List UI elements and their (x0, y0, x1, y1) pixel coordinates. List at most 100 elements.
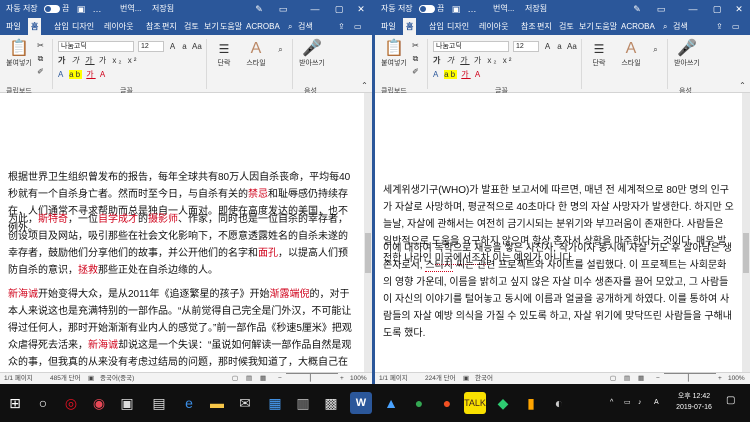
dictate-button[interactable]: 🎤 받아쓰기 (298, 39, 326, 68)
font-color-buttons[interactable]: A ab 가 A (58, 69, 107, 80)
tab-1[interactable]: 홈 (28, 18, 42, 35)
autosave-label[interactable]: 자동 저장 (381, 0, 413, 18)
styles-button[interactable]: A 스타일 (240, 39, 272, 68)
search-icon[interactable]: ⌕ (663, 18, 667, 35)
maximize-icon[interactable]: ▢ (330, 0, 348, 18)
format-painter-icon[interactable]: ✐ (36, 67, 45, 76)
more-icon[interactable]: … (467, 0, 477, 18)
network-icon[interactable]: ▭ (624, 398, 631, 408)
zoom-level[interactable]: 100% (728, 373, 745, 384)
search-icon[interactable]: ⌕ (288, 18, 292, 35)
tab-5[interactable]: 참조 (146, 18, 161, 35)
collapse-ribbon-icon[interactable]: ⌃ (738, 81, 747, 90)
tray-arrow-icon[interactable]: ^ (610, 398, 613, 408)
kakao-icon[interactable]: TALK (464, 392, 486, 414)
vertical-scrollbar[interactable] (742, 93, 750, 372)
app2-icon[interactable]: ▥ (292, 392, 314, 414)
paste-button[interactable]: 📋 붙여넣기 (379, 39, 409, 68)
paragraph[interactable]: 이에 대하여 독학으로 재능을 쌓은 사진사, 작가이자 동시에 자살 기도 후… (383, 240, 734, 342)
grow-font-icon[interactable]: A (543, 42, 552, 51)
focus-icon[interactable]: ▢ (232, 373, 238, 384)
ribbon-display-icon[interactable]: ▭ (278, 0, 288, 18)
maximize-icon[interactable]: ▢ (708, 0, 726, 18)
font-format-buttons[interactable]: 가 가 가 가 x₂ x² (433, 55, 513, 66)
comment-icon[interactable]: ▭ (354, 18, 362, 35)
explorer-icon[interactable]: ▬ (206, 392, 228, 414)
pen-icon[interactable]: ✎ (254, 0, 264, 18)
search-label[interactable]: 검색 (298, 18, 313, 35)
zoom-in-icon[interactable]: + (718, 373, 722, 384)
edge-icon[interactable]: e (178, 392, 200, 414)
tab-9[interactable]: 도움말 (220, 18, 242, 35)
cortana-icon[interactable]: ◎ (60, 392, 82, 414)
tab-4[interactable]: 레이아웃 (104, 18, 133, 35)
autosave-toggle[interactable]: 끔 (42, 0, 69, 18)
ribbon-display-icon[interactable]: ▭ (656, 0, 666, 18)
tab-5[interactable]: 참조 (521, 18, 536, 35)
more-icon[interactable]: … (92, 0, 102, 18)
zoom-thumb[interactable]: ▏ (310, 373, 315, 384)
ppt-icon[interactable]: ● (436, 392, 458, 414)
photos-icon[interactable]: ▣ (116, 392, 138, 414)
paragraph-button[interactable]: ☰ 단락 (210, 39, 238, 68)
app-icon[interactable]: ◉ (88, 392, 110, 414)
font-color-buttons[interactable]: A ab 가 A (433, 69, 482, 80)
start-icon[interactable]: ⊞ (4, 392, 26, 414)
scroll-thumb[interactable] (743, 233, 749, 273)
autosave-toggle[interactable]: 끔 (417, 0, 444, 18)
notification-icon[interactable]: ▢ (726, 396, 735, 406)
app3-icon[interactable]: ▩ (320, 392, 342, 414)
close-icon[interactable]: ✕ (730, 0, 748, 18)
zoom-out-icon[interactable]: − (278, 373, 282, 384)
word-count[interactable]: 224개 단어 (425, 373, 456, 384)
store-icon[interactable]: ▦ (264, 392, 286, 414)
document-area[interactable]: 根据世界卫生组织曾发布的报告，每年全球共有80万人因自杀丧命，平均每40秒就有一… (0, 93, 364, 372)
grow-font-icon[interactable]: A (168, 42, 177, 51)
cut-icon[interactable]: ✂ (36, 41, 45, 50)
tab-2[interactable]: 삽입 (54, 18, 69, 35)
chrome-icon[interactable]: ● (408, 392, 430, 414)
tab-9[interactable]: 도움말 (595, 18, 617, 35)
copy-icon[interactable]: ⧉ (36, 54, 45, 63)
tab-1[interactable]: 홈 (403, 18, 417, 35)
word-icon[interactable]: W (350, 392, 372, 414)
paragraph-button[interactable]: ☰ 단락 (585, 39, 613, 68)
tab-6[interactable]: 편지 (537, 18, 552, 35)
app4-icon[interactable]: ◆ (492, 392, 514, 414)
proofing-icon[interactable]: ▣ (88, 373, 94, 384)
document-area[interactable]: 세계위생기구(WHO)가 발표한 보고서에 따르면, 매년 전 세계적으로 80… (375, 93, 742, 372)
tab-8[interactable]: 보기 (579, 18, 594, 35)
comment-icon[interactable]: ▭ (732, 18, 740, 35)
minimize-icon[interactable]: — (684, 0, 702, 18)
app6-icon[interactable]: ◐ (548, 392, 570, 414)
dictate-button[interactable]: 🎤 받아쓰기 (673, 39, 701, 68)
taskview-icon[interactable]: ▤ (148, 392, 170, 414)
shrink-font-icon[interactable]: a (555, 42, 564, 51)
search-label[interactable]: 검색 (673, 18, 688, 35)
tab-6[interactable]: 편지 (162, 18, 177, 35)
read-mode-icon[interactable]: ▤ (246, 373, 252, 384)
tab-7[interactable]: 검토 (559, 18, 574, 35)
page-count[interactable]: 1/1 페이지 (4, 373, 33, 384)
find-icon[interactable]: ⌕ (651, 45, 660, 54)
pen-icon[interactable]: ✎ (632, 0, 642, 18)
collapse-ribbon-icon[interactable]: ⌃ (360, 81, 369, 90)
volume-icon[interactable]: ♪ (638, 398, 642, 408)
save-icon[interactable]: ▣ (451, 0, 461, 18)
scroll-thumb[interactable] (365, 233, 371, 273)
twitter-icon[interactable]: ▲ (380, 392, 402, 414)
zoom-level[interactable]: 100% (350, 373, 367, 384)
tab-0[interactable]: 파일 (6, 18, 21, 35)
share-icon[interactable]: ⇪ (716, 18, 723, 35)
find-icon[interactable]: ⌕ (276, 45, 285, 54)
aa-case-icon[interactable]: Aa (567, 42, 577, 51)
aa-case-icon[interactable]: Aa (192, 42, 202, 51)
share-icon[interactable]: ⇪ (338, 18, 345, 35)
font-name-box[interactable]: 나눔고딕 (58, 41, 134, 52)
font-name-box[interactable]: 나눔고딕 (433, 41, 509, 52)
tab-3[interactable]: 디자인 (72, 18, 94, 35)
focus-icon[interactable]: ▢ (610, 373, 616, 384)
read-mode-icon[interactable]: ▤ (624, 373, 630, 384)
tab-4[interactable]: 레이아웃 (479, 18, 508, 35)
cut-icon[interactable]: ✂ (411, 41, 420, 50)
